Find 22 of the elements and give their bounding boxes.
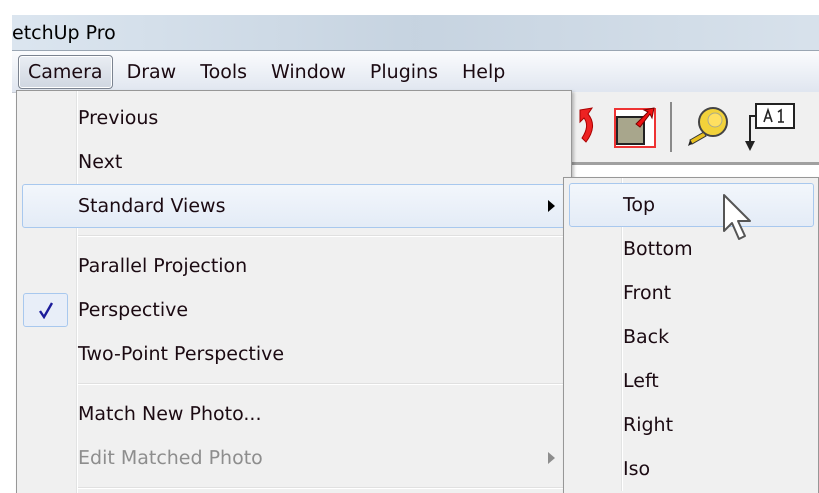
menu-item[interactable]: Draw — [116, 54, 186, 88]
window-title: etchUp Pro — [12, 22, 116, 44]
menu-item[interactable]: Plugins — [360, 54, 448, 88]
menu-item[interactable]: Right — [569, 403, 814, 447]
menu-item[interactable]: Match New Photo... — [22, 392, 567, 436]
menu-item[interactable]: Tools — [190, 54, 257, 88]
menu-item[interactable]: Iso — [569, 447, 814, 491]
zoom-extents-icon[interactable] — [614, 106, 656, 148]
menu-item[interactable]: Top — [569, 183, 814, 227]
menu-item[interactable]: Next — [22, 140, 567, 184]
menu-item[interactable]: Help — [452, 54, 516, 88]
menu-item[interactable]: Camera — [18, 54, 113, 88]
menu-item[interactable]: Parallel Projection — [22, 244, 567, 288]
menu-item[interactable]: Previous — [22, 96, 567, 140]
text-label-icon[interactable] — [742, 101, 796, 153]
menu-item[interactable]: Back — [569, 315, 814, 359]
menu-item[interactable]: Bottom — [569, 227, 814, 271]
menu-item[interactable]: Left — [569, 359, 814, 403]
menu-item[interactable]: Front — [569, 271, 814, 315]
menu-item[interactable]: Window — [261, 54, 356, 88]
menu-item[interactable]: Two-Point Perspective — [22, 332, 567, 376]
menu-item[interactable]: Perspective — [22, 288, 567, 332]
